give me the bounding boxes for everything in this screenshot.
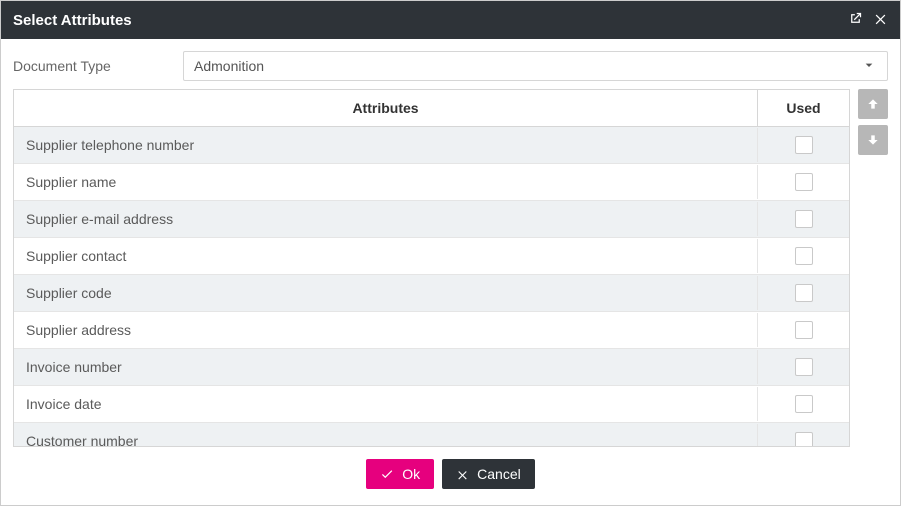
attribute-name: Supplier address — [14, 312, 757, 348]
attribute-name: Customer number — [14, 423, 757, 446]
attribute-name: Supplier code — [14, 275, 757, 311]
table-row[interactable]: Supplier telephone number — [14, 127, 849, 164]
table-row[interactable]: Supplier name — [14, 164, 849, 201]
attribute-name: Invoice date — [14, 386, 757, 422]
popout-icon[interactable] — [848, 11, 863, 29]
table-row[interactable]: Supplier address — [14, 312, 849, 349]
move-up-button[interactable] — [858, 89, 888, 119]
used-cell — [757, 165, 849, 199]
table-row[interactable]: Supplier e-mail address — [14, 201, 849, 238]
used-checkbox[interactable] — [795, 210, 813, 228]
attribute-name: Supplier telephone number — [14, 127, 757, 163]
used-checkbox[interactable] — [795, 395, 813, 413]
ok-button[interactable]: Ok — [366, 459, 434, 489]
dialog-title: Select Attributes — [13, 12, 132, 29]
table-row[interactable]: Customer number — [14, 423, 849, 446]
document-type-value: Admonition — [194, 58, 264, 74]
used-cell — [757, 202, 849, 236]
col-header-used: Used — [757, 90, 849, 126]
attribute-name: Supplier e-mail address — [14, 201, 757, 237]
dialog-body: Attributes Used Supplier telephone numbe… — [1, 89, 900, 447]
table-rows-scroll[interactable]: Supplier telephone numberSupplier nameSu… — [14, 127, 849, 446]
used-cell — [757, 387, 849, 421]
cancel-button[interactable]: Cancel — [442, 459, 535, 489]
col-header-attributes: Attributes — [14, 90, 757, 126]
used-checkbox[interactable] — [795, 432, 813, 446]
titlebar-actions — [848, 11, 888, 29]
used-checkbox[interactable] — [795, 173, 813, 191]
used-checkbox[interactable] — [795, 358, 813, 376]
used-cell — [757, 276, 849, 310]
attribute-name: Invoice number — [14, 349, 757, 385]
table-header: Attributes Used — [14, 90, 849, 127]
used-cell — [757, 350, 849, 384]
table-row[interactable]: Invoice date — [14, 386, 849, 423]
reorder-buttons — [858, 89, 888, 447]
cancel-button-label: Cancel — [477, 466, 521, 482]
table-row[interactable]: Supplier code — [14, 275, 849, 312]
table-body: Supplier telephone numberSupplier nameSu… — [14, 127, 849, 446]
ok-button-label: Ok — [402, 466, 420, 482]
table-row[interactable]: Supplier contact — [14, 238, 849, 275]
used-cell — [757, 424, 849, 446]
used-cell — [757, 313, 849, 347]
used-checkbox[interactable] — [795, 136, 813, 154]
table-row[interactable]: Invoice number — [14, 349, 849, 386]
check-icon — [380, 467, 394, 481]
dialog-footer: Ok Cancel — [1, 447, 900, 505]
used-cell — [757, 239, 849, 273]
close-icon[interactable] — [873, 11, 888, 29]
document-type-label: Document Type — [13, 58, 173, 74]
move-down-button[interactable] — [858, 125, 888, 155]
x-icon — [456, 468, 469, 481]
attribute-name: Supplier name — [14, 164, 757, 200]
used-checkbox[interactable] — [795, 284, 813, 302]
used-checkbox[interactable] — [795, 247, 813, 265]
used-cell — [757, 128, 849, 162]
select-attributes-dialog: Select Attributes Document Type Admoniti… — [0, 0, 901, 506]
chevron-down-icon — [861, 57, 877, 76]
attributes-table: Attributes Used Supplier telephone numbe… — [13, 89, 850, 447]
titlebar: Select Attributes — [1, 1, 900, 39]
used-checkbox[interactable] — [795, 321, 813, 339]
document-type-row: Document Type Admonition — [1, 39, 900, 89]
document-type-select[interactable]: Admonition — [183, 51, 888, 81]
attribute-name: Supplier contact — [14, 238, 757, 274]
